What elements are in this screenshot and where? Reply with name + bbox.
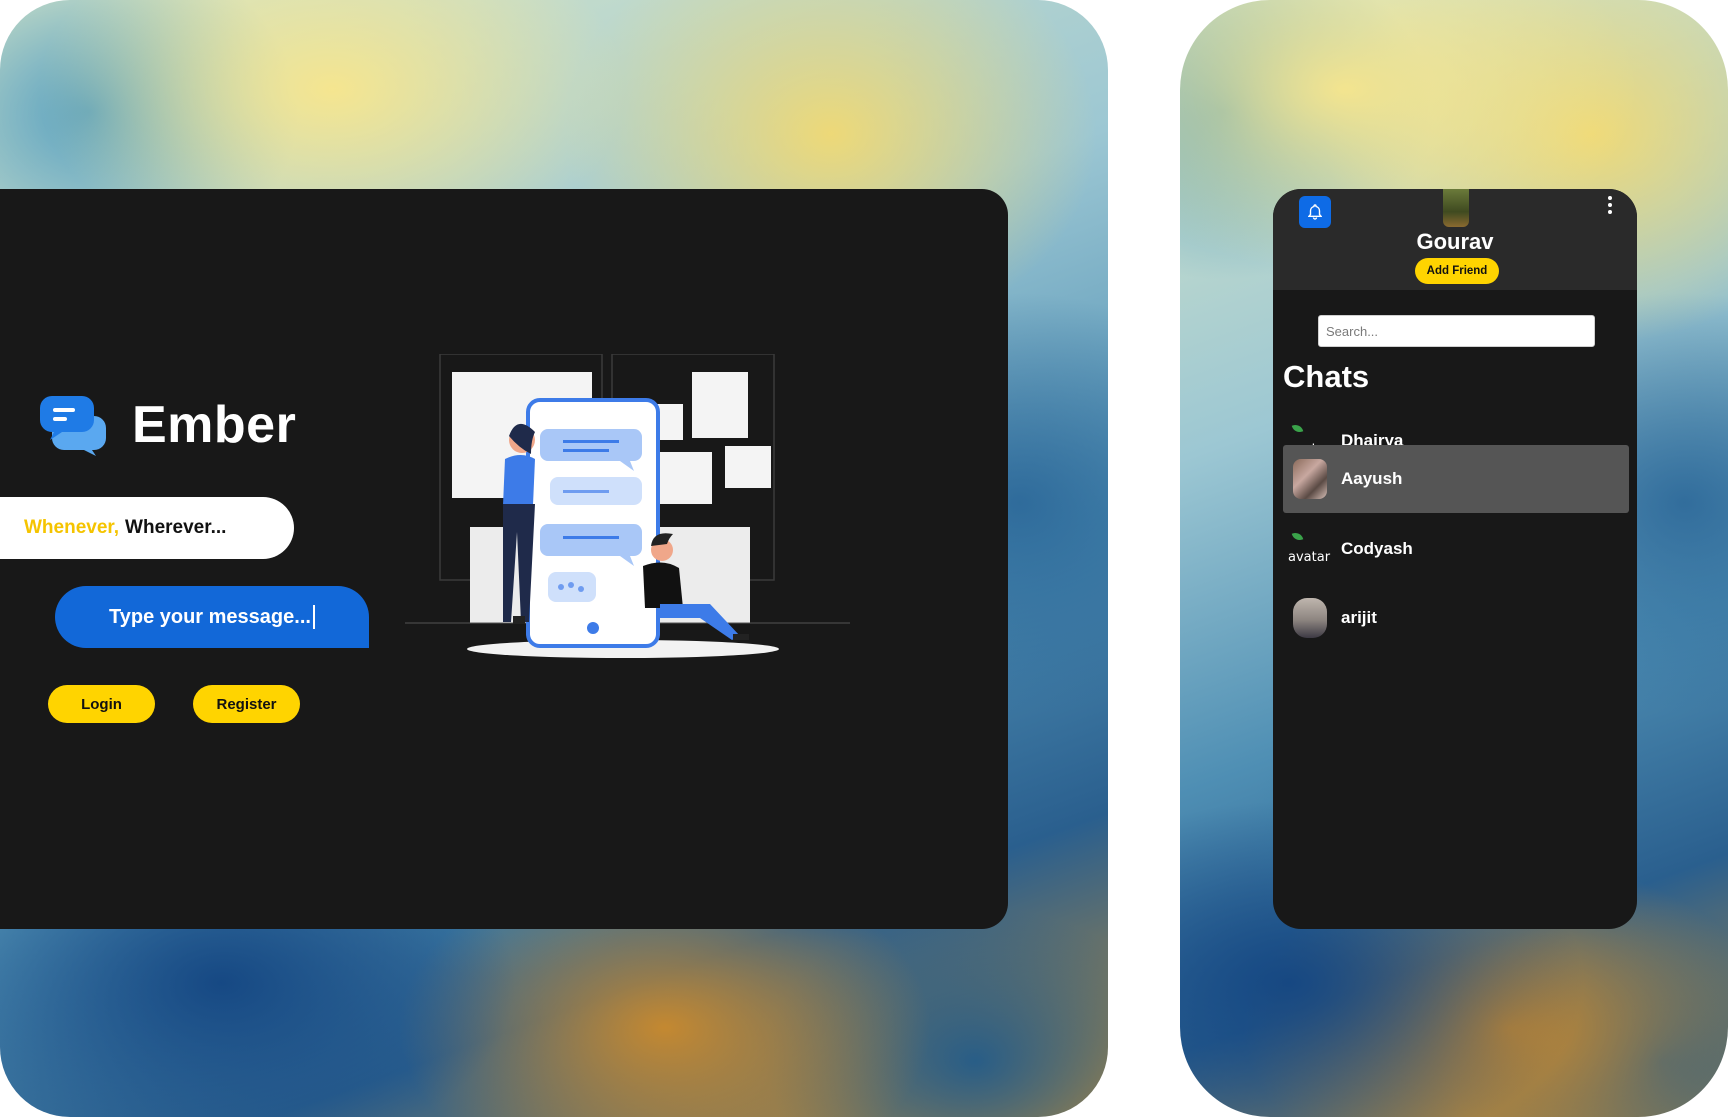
chat-item-aayush[interactable]: Aayush xyxy=(1283,445,1629,513)
chat-bubbles-logo-icon xyxy=(40,394,108,456)
broken-image-icon xyxy=(1291,422,1304,435)
avatar xyxy=(1293,459,1327,499)
chat-name: Codyash xyxy=(1341,539,1413,558)
avatar-alt-text: avatar xyxy=(1288,550,1331,565)
text-caret xyxy=(312,605,315,629)
chat-name: arijit xyxy=(1341,608,1377,627)
profile-name: Gourav xyxy=(1416,229,1494,254)
message-input-demo: Type your message... xyxy=(55,586,369,648)
brand: Ember xyxy=(40,394,296,456)
notifications-button[interactable] xyxy=(1299,196,1331,228)
chats-title: Chats xyxy=(1283,359,1370,394)
chat-item-arijit[interactable]: arijit xyxy=(1283,584,1629,652)
bell-icon xyxy=(1308,204,1322,220)
tagline-accent: Whenever, xyxy=(24,517,120,538)
profile-avatar[interactable] xyxy=(1443,189,1469,227)
broken-image-icon xyxy=(1291,530,1304,543)
landing-panel: Ember Whenever, Wherever... Type your me… xyxy=(0,189,1008,929)
more-vertical-icon[interactable] xyxy=(1605,193,1615,217)
mobile-chat-panel: Gourav Add Friend Chats avatar Dhairya A… xyxy=(1273,189,1637,929)
avatar xyxy=(1293,598,1327,638)
message-input-text: Type your message... xyxy=(109,605,311,628)
login-button[interactable]: Login xyxy=(48,685,155,723)
register-button[interactable]: Register xyxy=(193,685,300,723)
add-friend-button[interactable]: Add Friend xyxy=(1415,258,1499,284)
tagline: Whenever, Wherever... xyxy=(0,497,294,559)
messaging-illustration xyxy=(405,353,850,719)
brand-name: Ember xyxy=(132,396,297,454)
chat-name: Aayush xyxy=(1341,469,1403,488)
profile-header: Gourav Add Friend xyxy=(1273,189,1637,290)
chat-item-codyash[interactable]: avatar Codyash xyxy=(1283,515,1629,583)
tagline-rest: Wherever... xyxy=(125,517,227,538)
avatar: avatar xyxy=(1287,530,1335,568)
search-input[interactable] xyxy=(1318,315,1595,347)
